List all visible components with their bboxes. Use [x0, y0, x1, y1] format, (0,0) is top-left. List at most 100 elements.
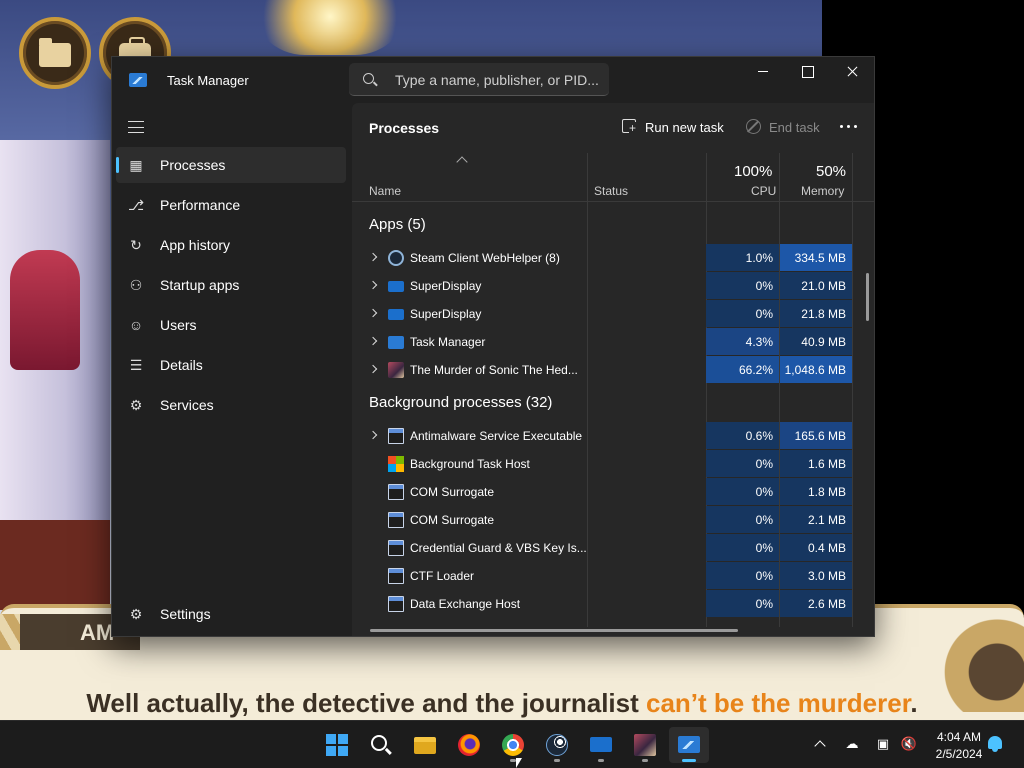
sidebar-item-app-history[interactable]: ↻ App history: [116, 227, 346, 263]
table-row[interactable]: CTF Loader 0% 3.0 MB: [352, 562, 852, 590]
vertical-scrollbar[interactable]: [866, 273, 869, 321]
executable-icon: [388, 428, 404, 444]
table-row[interactable]: Antimalware Service Executable 0.6% 165.…: [352, 422, 852, 450]
running-indicator: [554, 759, 560, 762]
services-icon: ⚙: [129, 397, 143, 413]
process-memory: 165.6 MB: [780, 422, 852, 449]
end-task-button[interactable]: End task: [744, 113, 822, 141]
cpu-total-percent: 100%: [734, 163, 773, 180]
expand-chevron-icon[interactable]: [368, 430, 378, 440]
sort-ascending-icon: [456, 156, 468, 168]
taskbar-app-superdisplay[interactable]: [581, 727, 621, 763]
group-header-apps: Apps (5): [369, 216, 426, 233]
process-cpu: 0%: [706, 300, 779, 327]
sidebar-item-details[interactable]: ☰ Details: [116, 347, 346, 383]
process-name: CTF Loader: [410, 569, 475, 583]
process-cpu: 0%: [706, 562, 779, 589]
group-header-background: Background processes (32): [369, 394, 553, 411]
superdisplay-icon: [388, 309, 404, 320]
sidebar-item-label: Users: [160, 317, 197, 333]
chrome-icon: [502, 734, 524, 756]
executable-icon: [388, 568, 404, 584]
taskbar-app-firefox[interactable]: [449, 727, 489, 763]
taskbar-app-steam[interactable]: [537, 727, 577, 763]
search-input[interactable]: [395, 71, 600, 89]
sidebar-item-users[interactable]: ☺ Users: [116, 307, 346, 343]
file-explorer-icon: [414, 737, 436, 754]
table-row[interactable]: The Murder of Sonic The Hed... 66.2% 1,0…: [352, 356, 852, 384]
more-dot: [847, 125, 850, 128]
table-row[interactable]: SuperDisplay 0% 21.0 MB: [352, 272, 852, 300]
table-row[interactable]: Data Exchange Host 0% 2.6 MB: [352, 590, 852, 618]
expand-chevron-icon[interactable]: [368, 364, 378, 374]
network-icon[interactable]: ▣: [874, 735, 892, 753]
horizontal-scrollbar[interactable]: [370, 629, 738, 632]
column-header-memory[interactable]: Memory: [801, 184, 844, 198]
run-new-task-button[interactable]: Run new task: [620, 113, 726, 141]
sidebar-item-startup-apps[interactable]: ⚇ Startup apps: [116, 267, 346, 303]
minimize-button[interactable]: [740, 57, 786, 87]
column-header-name[interactable]: Name: [369, 184, 401, 198]
process-memory: 0.4 MB: [780, 534, 852, 561]
dialog-text: Well actually, the detective and the jou…: [0, 688, 1004, 719]
expand-chevron-icon[interactable]: [368, 280, 378, 290]
expand-chevron-icon[interactable]: [368, 336, 378, 346]
dialog-text-end: .: [910, 688, 918, 718]
performance-icon: ⎇: [128, 197, 145, 213]
end-task-icon: [746, 119, 761, 134]
process-name: SuperDisplay: [410, 279, 482, 293]
sidebar-item-settings[interactable]: ⚙ Settings: [116, 596, 346, 632]
volume-muted-icon[interactable]: 🔇: [900, 735, 918, 753]
hamburger-menu-icon[interactable]: [128, 121, 144, 133]
taskbar-app-task-manager[interactable]: [669, 727, 709, 763]
window-title: Task Manager: [167, 73, 249, 88]
dialog-text-main: Well actually, the detective and the jou…: [86, 688, 646, 718]
game-folder-button[interactable]: [19, 17, 91, 89]
table-row[interactable]: Credential Guard & VBS Key Is... 0% 0.4 …: [352, 534, 852, 562]
table-row[interactable]: Background Task Host 0% 1.6 MB: [352, 450, 852, 478]
process-name: SuperDisplay: [410, 307, 482, 321]
running-indicator: [682, 759, 696, 762]
table-row[interactable]: COM Surrogate 0% 1.8 MB: [352, 478, 852, 506]
column-header-cpu[interactable]: CPU: [751, 184, 776, 198]
process-name: Task Manager: [410, 335, 486, 349]
title-bar[interactable]: Task Manager: [112, 57, 874, 103]
notification-bell-icon[interactable]: [988, 736, 1002, 752]
process-memory: 2.1 MB: [780, 506, 852, 533]
search-box[interactable]: [349, 63, 609, 96]
column-header-status[interactable]: Status: [594, 184, 628, 198]
sidebar-item-processes[interactable]: ▦ Processes: [116, 147, 346, 183]
maximize-button[interactable]: [784, 57, 830, 87]
sidebar-item-performance[interactable]: ⎇ Performance: [116, 187, 346, 223]
show-hidden-icons-chevron-icon[interactable]: [811, 735, 829, 753]
taskbar-search-button[interactable]: [361, 727, 401, 763]
taskbar-app-chrome[interactable]: [493, 727, 533, 763]
table-row[interactable]: Steam Client WebHelper (8) 1.0% 334.5 MB: [352, 244, 852, 272]
process-list: Apps (5) Steam Client WebHelper (8) 1.0%…: [352, 203, 852, 627]
process-memory: 21.8 MB: [780, 300, 852, 327]
search-icon: [363, 73, 374, 84]
process-cpu: 0.6%: [706, 422, 779, 449]
start-button[interactable]: [317, 727, 357, 763]
sidebar: ▦ Processes ⎇ Performance ↻ App history …: [112, 103, 352, 636]
game-icon: [634, 734, 656, 756]
expand-chevron-icon[interactable]: [368, 308, 378, 318]
sidebar-item-services[interactable]: ⚙ Services: [116, 387, 346, 423]
scene-curtain: [10, 250, 80, 370]
process-name: Credential Guard & VBS Key Is...: [410, 541, 587, 555]
taskbar-app-the-murder-of-sonic[interactable]: [625, 727, 665, 763]
column-divider[interactable]: [852, 153, 853, 627]
table-row[interactable]: Task Manager 4.3% 40.9 MB: [352, 328, 852, 356]
taskbar-app-file-explorer[interactable]: [405, 727, 445, 763]
table-row[interactable]: COM Surrogate 0% 2.1 MB: [352, 506, 852, 534]
expand-chevron-icon[interactable]: [368, 252, 378, 262]
clock-date[interactable]: 2/5/2024: [928, 747, 990, 761]
more-options-button[interactable]: [834, 115, 864, 139]
table-row[interactable]: SuperDisplay 0% 21.8 MB: [352, 300, 852, 328]
clock-time[interactable]: 4:04 AM: [928, 730, 990, 744]
cloud-offline-icon[interactable]: ☁: [843, 735, 861, 753]
process-cpu: 1.0%: [706, 244, 779, 271]
process-memory: 21.0 MB: [780, 272, 852, 299]
running-indicator: [598, 759, 604, 762]
close-button[interactable]: [829, 57, 874, 87]
